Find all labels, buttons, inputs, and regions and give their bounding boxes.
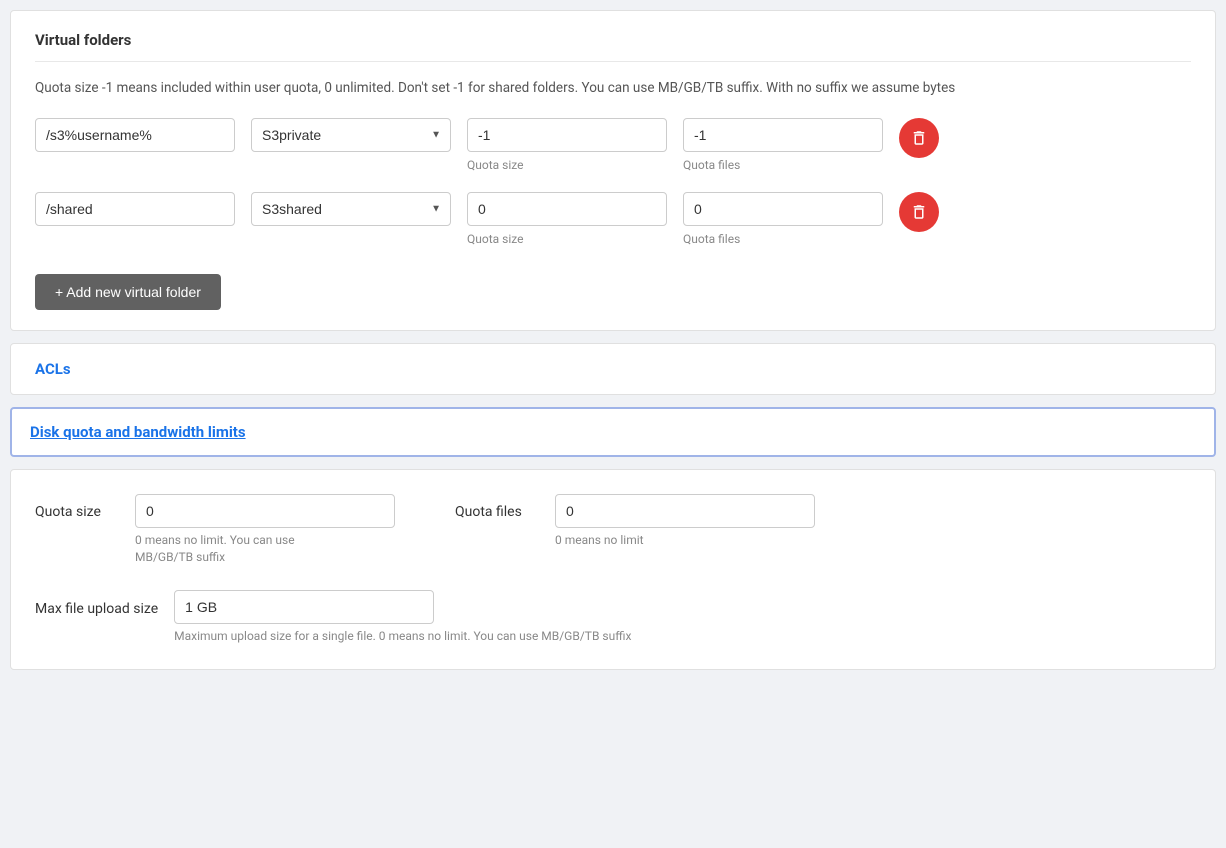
vf-quota-files-input-1[interactable] bbox=[683, 118, 883, 152]
max-upload-input-group: Maximum upload size for a single file. 0… bbox=[174, 590, 631, 645]
disk-quota-link[interactable]: Disk quota and bandwidth limits bbox=[30, 423, 246, 441]
add-virtual-folder-button[interactable]: + Add new virtual folder bbox=[35, 274, 221, 310]
vf-quota-size-input-1[interactable] bbox=[467, 118, 667, 152]
vf-quota-size-input-2[interactable] bbox=[467, 192, 667, 226]
quota-files-input-group: 0 means no limit bbox=[555, 494, 815, 549]
vf-quota-size-group-2: Quota size bbox=[467, 192, 667, 246]
quota-size-group: Quota size 0 means no limit. You can use… bbox=[35, 494, 395, 566]
vf-path-input-2[interactable] bbox=[35, 192, 235, 226]
trash-icon-2 bbox=[910, 203, 928, 221]
disk-quota-section: Disk quota and bandwidth limits bbox=[10, 407, 1216, 457]
virtual-folders-section: Virtual folders Quota size -1 means incl… bbox=[10, 10, 1216, 331]
max-upload-hint: Maximum upload size for a single file. 0… bbox=[174, 628, 631, 645]
vf-path-input-1[interactable] bbox=[35, 118, 235, 152]
vf-quota-files-group-1: Quota files bbox=[683, 118, 883, 172]
max-upload-row: Max file upload size Maximum upload size… bbox=[35, 590, 1191, 645]
vf-storage-select-2[interactable]: S3private S3shared bbox=[251, 192, 451, 226]
trash-icon-1 bbox=[910, 129, 928, 147]
quota-files-label-2: Quota files bbox=[683, 232, 883, 246]
add-folder-button-label: + Add new virtual folder bbox=[55, 284, 201, 300]
vf-quota-files-input-2[interactable] bbox=[683, 192, 883, 226]
quota-files-hint: 0 means no limit bbox=[555, 532, 815, 549]
quota-files-input[interactable] bbox=[555, 494, 815, 528]
vf-storage-select-1[interactable]: S3private S3shared bbox=[251, 118, 451, 152]
delete-vf-button-1[interactable] bbox=[899, 118, 939, 158]
vf-quota-files-group-2: Quota files bbox=[683, 192, 883, 246]
quota-files-label-1: Quota files bbox=[683, 158, 883, 172]
acls-title: ACLs bbox=[35, 360, 1191, 378]
virtual-folders-info: Quota size -1 means included within user… bbox=[35, 78, 1191, 98]
vf-storage-select-wrapper-1: S3private S3shared ▼ bbox=[251, 118, 451, 152]
quota-files-field-label: Quota files bbox=[455, 494, 535, 520]
acls-section: ACLs bbox=[10, 343, 1216, 395]
quota-size-input[interactable] bbox=[135, 494, 395, 528]
delete-vf-button-2[interactable] bbox=[899, 192, 939, 232]
quota-files-group: Quota files 0 means no limit bbox=[455, 494, 815, 566]
virtual-folder-row-2: S3private S3shared ▼ Quota size Quota fi… bbox=[35, 192, 1191, 246]
quota-size-label-1: Quota size bbox=[467, 158, 667, 172]
vf-quota-size-group-1: Quota size bbox=[467, 118, 667, 172]
max-upload-input[interactable] bbox=[174, 590, 434, 624]
quota-size-hint: 0 means no limit. You can use MB/GB/TB s… bbox=[135, 532, 395, 566]
quota-size-field-label: Quota size bbox=[35, 494, 115, 520]
max-upload-label: Max file upload size bbox=[35, 590, 158, 620]
virtual-folder-row-1: S3private S3shared ▼ Quota size Quota fi… bbox=[35, 118, 1191, 172]
quota-fields-section: Quota size 0 means no limit. You can use… bbox=[10, 469, 1216, 669]
quota-size-input-group: 0 means no limit. You can use MB/GB/TB s… bbox=[135, 494, 395, 566]
virtual-folders-title: Virtual folders bbox=[35, 31, 1191, 62]
quota-size-label-2: Quota size bbox=[467, 232, 667, 246]
vf-storage-select-wrapper-2: S3private S3shared ▼ bbox=[251, 192, 451, 226]
quota-top-row: Quota size 0 means no limit. You can use… bbox=[35, 494, 1191, 566]
